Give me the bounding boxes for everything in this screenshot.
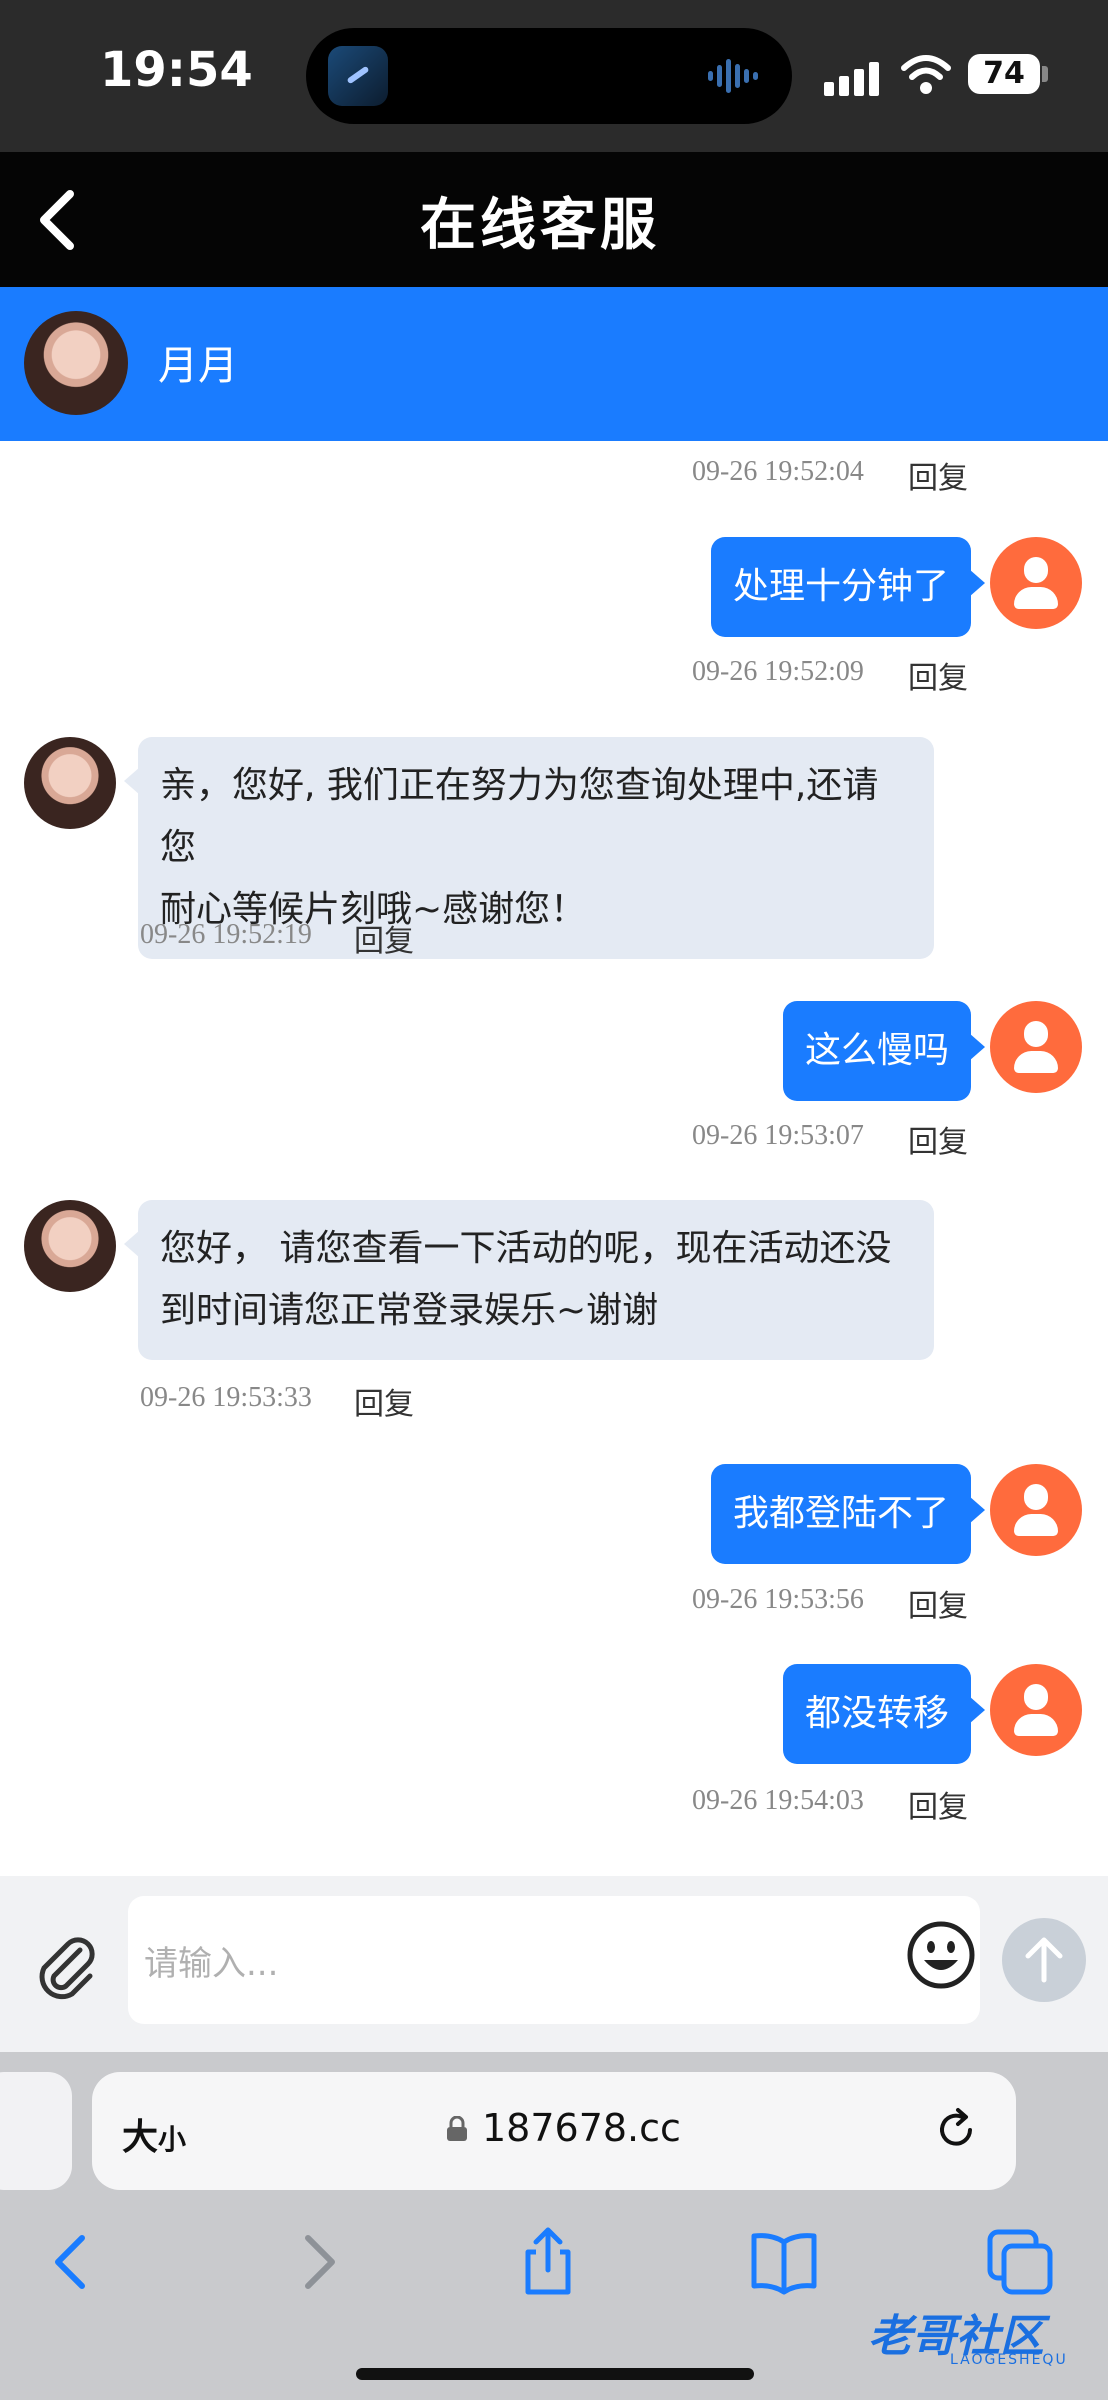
composer-bar: 请输入...: [0, 1876, 1108, 2052]
user-avatar: [990, 537, 1082, 629]
page-title: 在线客服: [420, 193, 660, 258]
message-time: 09-26 19:52:09: [692, 656, 864, 687]
watermark-subtext: LAOGESHEQU: [950, 2352, 1068, 2368]
user-avatar: [990, 1001, 1082, 1093]
page-settings-button[interactable]: 大小: [122, 2108, 186, 2160]
url-text: 187678.cc: [482, 2106, 681, 2150]
browser-forward-icon[interactable]: [276, 2222, 356, 2302]
status-time: 19:54: [100, 42, 253, 98]
status-bar: 19:54 74: [0, 0, 1108, 152]
reply-link[interactable]: 回复: [908, 453, 968, 497]
wifi-icon: [901, 55, 951, 94]
chevron-left-icon[interactable]: [24, 182, 94, 258]
paperclip-icon[interactable]: [28, 1928, 102, 2002]
browser-back-icon[interactable]: [34, 2222, 114, 2302]
address-bar[interactable]: 大小 187678.cc: [92, 2072, 1016, 2190]
app-icon: [328, 46, 388, 106]
message-line: 亲，您好, 我们正在努力为您查询处理中,还请您: [160, 765, 879, 868]
reply-link[interactable]: 回复: [354, 1379, 414, 1423]
reply-link[interactable]: 回复: [354, 916, 414, 960]
agent-avatar: [24, 737, 116, 829]
message-bubble-in: 您好， 请您查看一下活动的呢，现在活动还没 到时间请您正常登录娱乐~谢谢: [124, 1200, 934, 1360]
message-line: 到时间请您正常登录娱乐~谢谢: [160, 1290, 659, 1331]
previous-tab-preview[interactable]: [0, 2072, 72, 2190]
message-bubble-out: 这么慢吗: [783, 1001, 986, 1101]
input-placeholder: 请输入...: [144, 1944, 279, 1984]
agent-name: 月月: [158, 343, 238, 389]
message-line: 您好， 请您查看一下活动的呢，现在活动还没: [160, 1228, 892, 1269]
message-time: 09-26 19:52:19: [140, 919, 312, 950]
message-time: 09-26 19:53:33: [140, 1382, 312, 1413]
message-bubble-out: 处理十分钟了: [711, 537, 986, 637]
text-size-small: 小: [158, 2123, 187, 2156]
battery-icon: [1042, 66, 1048, 82]
agent-bar: 月月: [0, 287, 1108, 441]
message-bubble-out: 都没转移: [783, 1664, 986, 1764]
dynamic-island: [306, 28, 792, 124]
reply-link[interactable]: 回复: [908, 1782, 968, 1826]
tabs-icon[interactable]: [980, 2222, 1060, 2302]
user-avatar: [990, 1664, 1082, 1756]
cellular-signal-icon: [824, 60, 882, 96]
text-size-large: 大: [122, 2117, 159, 2158]
battery-level: 74: [968, 54, 1040, 94]
send-button[interactable]: [1002, 1918, 1086, 2002]
lock-icon: [447, 2116, 467, 2141]
agent-avatar: [24, 311, 128, 415]
share-icon[interactable]: [508, 2222, 588, 2302]
message-time: 09-26 19:53:07: [692, 1120, 864, 1151]
bookmarks-icon[interactable]: [744, 2222, 824, 2302]
reply-link[interactable]: 回复: [908, 653, 968, 697]
home-indicator: [356, 2368, 754, 2380]
page-header: 在线客服: [0, 152, 1108, 287]
arrow-up-icon: [1025, 1937, 1063, 1983]
emoji-icon[interactable]: [906, 1920, 976, 1990]
message-bubble-out: 我都登陆不了: [711, 1464, 986, 1564]
message-time: 09-26 19:53:56: [692, 1584, 864, 1615]
user-avatar: [990, 1464, 1082, 1556]
reply-link[interactable]: 回复: [908, 1581, 968, 1625]
agent-avatar: [24, 1200, 116, 1292]
reload-icon[interactable]: [932, 2106, 980, 2154]
message-time: 09-26 19:52:04: [692, 456, 864, 487]
message-input[interactable]: 请输入...: [128, 1896, 980, 2024]
audio-wave-icon: [708, 58, 768, 94]
reply-link[interactable]: 回复: [908, 1117, 968, 1161]
message-time: 09-26 19:54:03: [692, 1785, 864, 1816]
